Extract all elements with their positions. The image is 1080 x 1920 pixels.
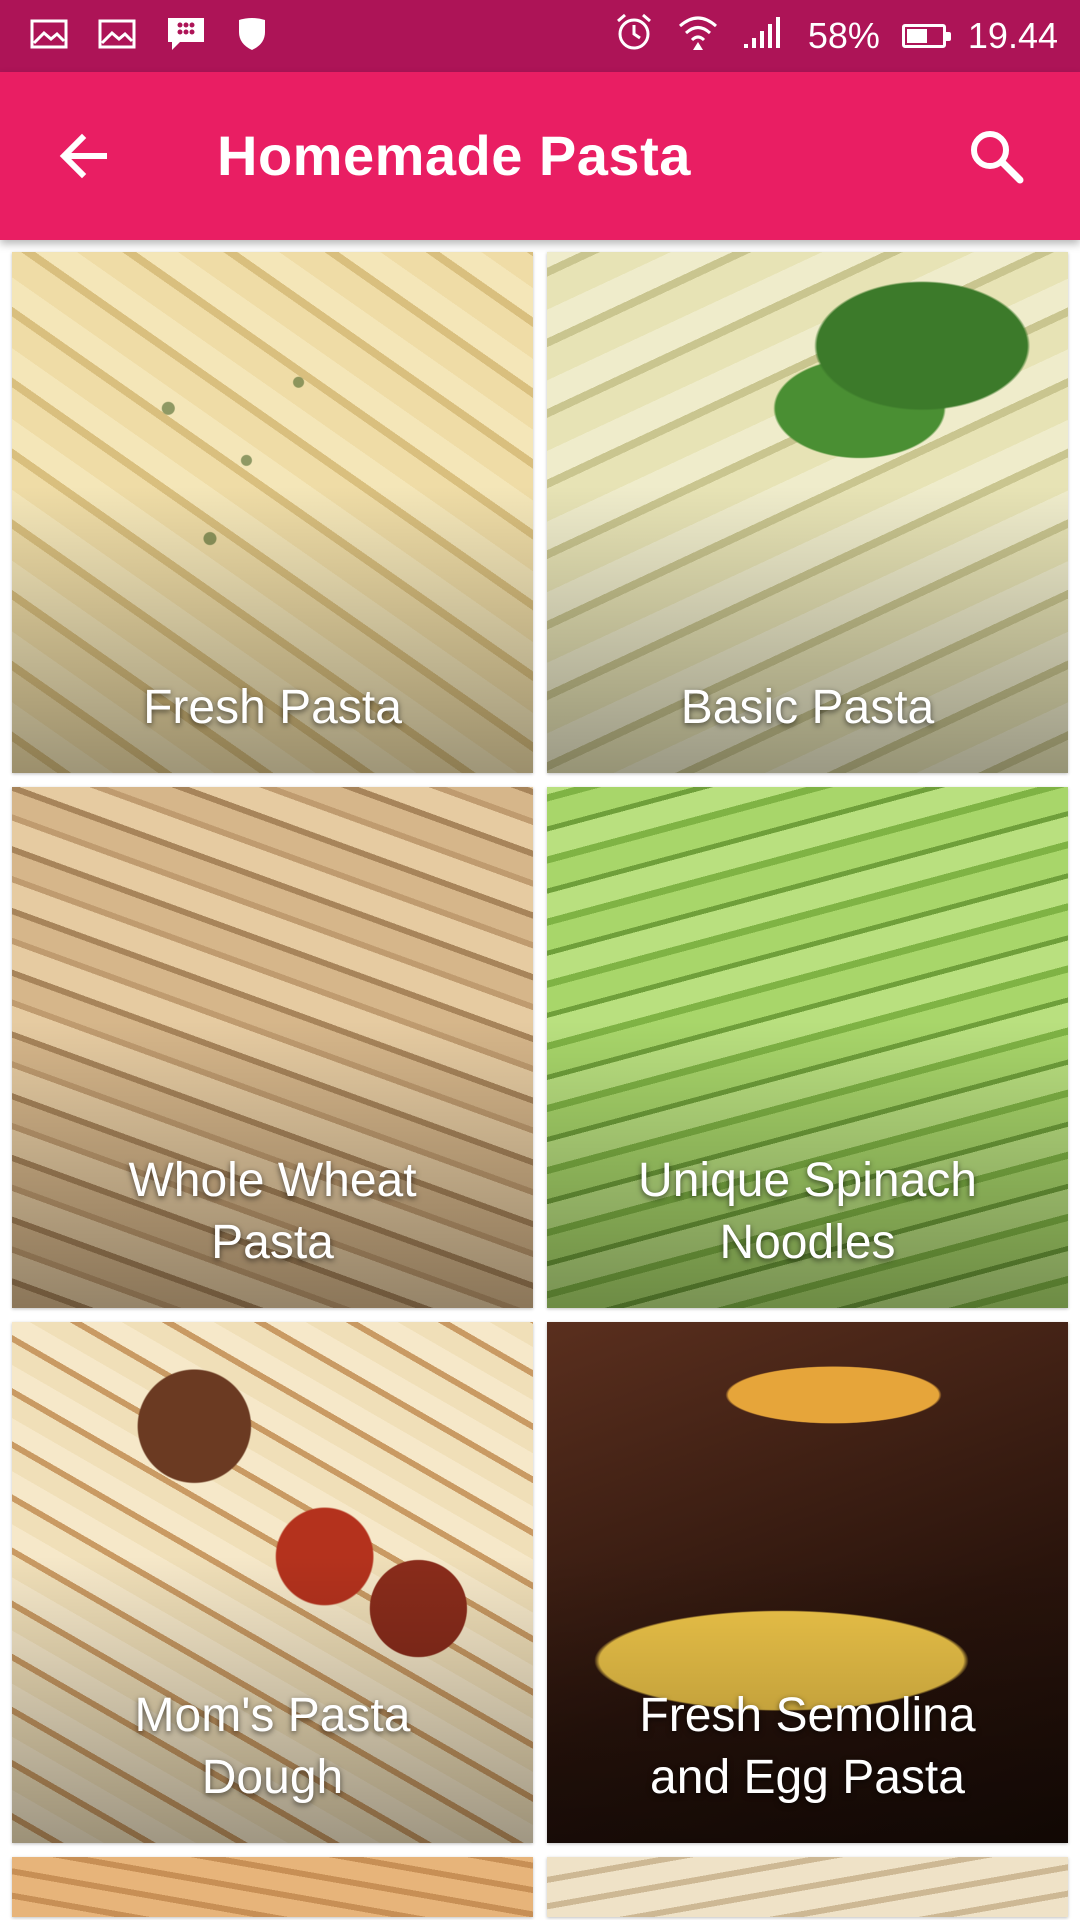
alarm-icon bbox=[614, 12, 654, 61]
battery-icon bbox=[901, 24, 951, 48]
recipe-title: Fresh Semolina and Egg Pasta bbox=[639, 1689, 976, 1804]
recipe-card[interactable]: Mom's Pasta Dough bbox=[12, 1322, 533, 1843]
shield-icon bbox=[236, 16, 268, 57]
recipe-title: Whole Wheat Pasta bbox=[128, 1154, 417, 1269]
system-status: 58% 19.44 bbox=[614, 12, 1058, 61]
recipe-card[interactable]: Basic Pasta bbox=[547, 252, 1068, 773]
recipe-card[interactable]: Fresh Semolina and Egg Pasta bbox=[547, 1322, 1068, 1843]
recipe-photo bbox=[12, 1857, 533, 1917]
status-bar: 58% 19.44 bbox=[0, 0, 1080, 72]
recipe-card[interactable]: Fresh Pasta bbox=[12, 252, 533, 773]
gallery-icon bbox=[98, 19, 136, 54]
recipe-card[interactable]: Whole Wheat Pasta bbox=[12, 787, 533, 1308]
arrow-back-icon bbox=[59, 133, 107, 179]
back-button[interactable] bbox=[52, 124, 116, 188]
page-title: Homemade Pasta bbox=[217, 124, 691, 187]
wifi-icon bbox=[676, 12, 720, 61]
battery-percent: 58% bbox=[807, 15, 880, 56]
clock: 19.44 bbox=[967, 15, 1058, 56]
recipe-title: Fresh Pasta bbox=[143, 681, 402, 734]
recipe-title: Mom's Pasta Dough bbox=[134, 1689, 411, 1804]
signal-icon bbox=[742, 15, 786, 58]
recipe-photo bbox=[547, 1857, 1068, 1917]
recipe-card-partial[interactable] bbox=[12, 1857, 533, 1917]
search-button[interactable] bbox=[964, 124, 1028, 188]
search-icon bbox=[971, 131, 1024, 184]
recipe-title: Basic Pasta bbox=[680, 681, 935, 734]
recipe-card[interactable]: Unique Spinach Noodles bbox=[547, 787, 1068, 1308]
app-bar: Homemade Pasta bbox=[0, 72, 1080, 240]
blackberry-messenger-icon bbox=[166, 16, 206, 57]
recipe-title: Unique Spinach Noodles bbox=[638, 1154, 977, 1269]
recipe-grid: Fresh Pasta Basic Pasta Whole Wheat Pasta… bbox=[12, 252, 1068, 1917]
notification-icons bbox=[30, 16, 268, 57]
gallery-icon bbox=[30, 19, 68, 54]
battery-level bbox=[906, 29, 927, 43]
recipe-card-partial[interactable] bbox=[547, 1857, 1068, 1917]
